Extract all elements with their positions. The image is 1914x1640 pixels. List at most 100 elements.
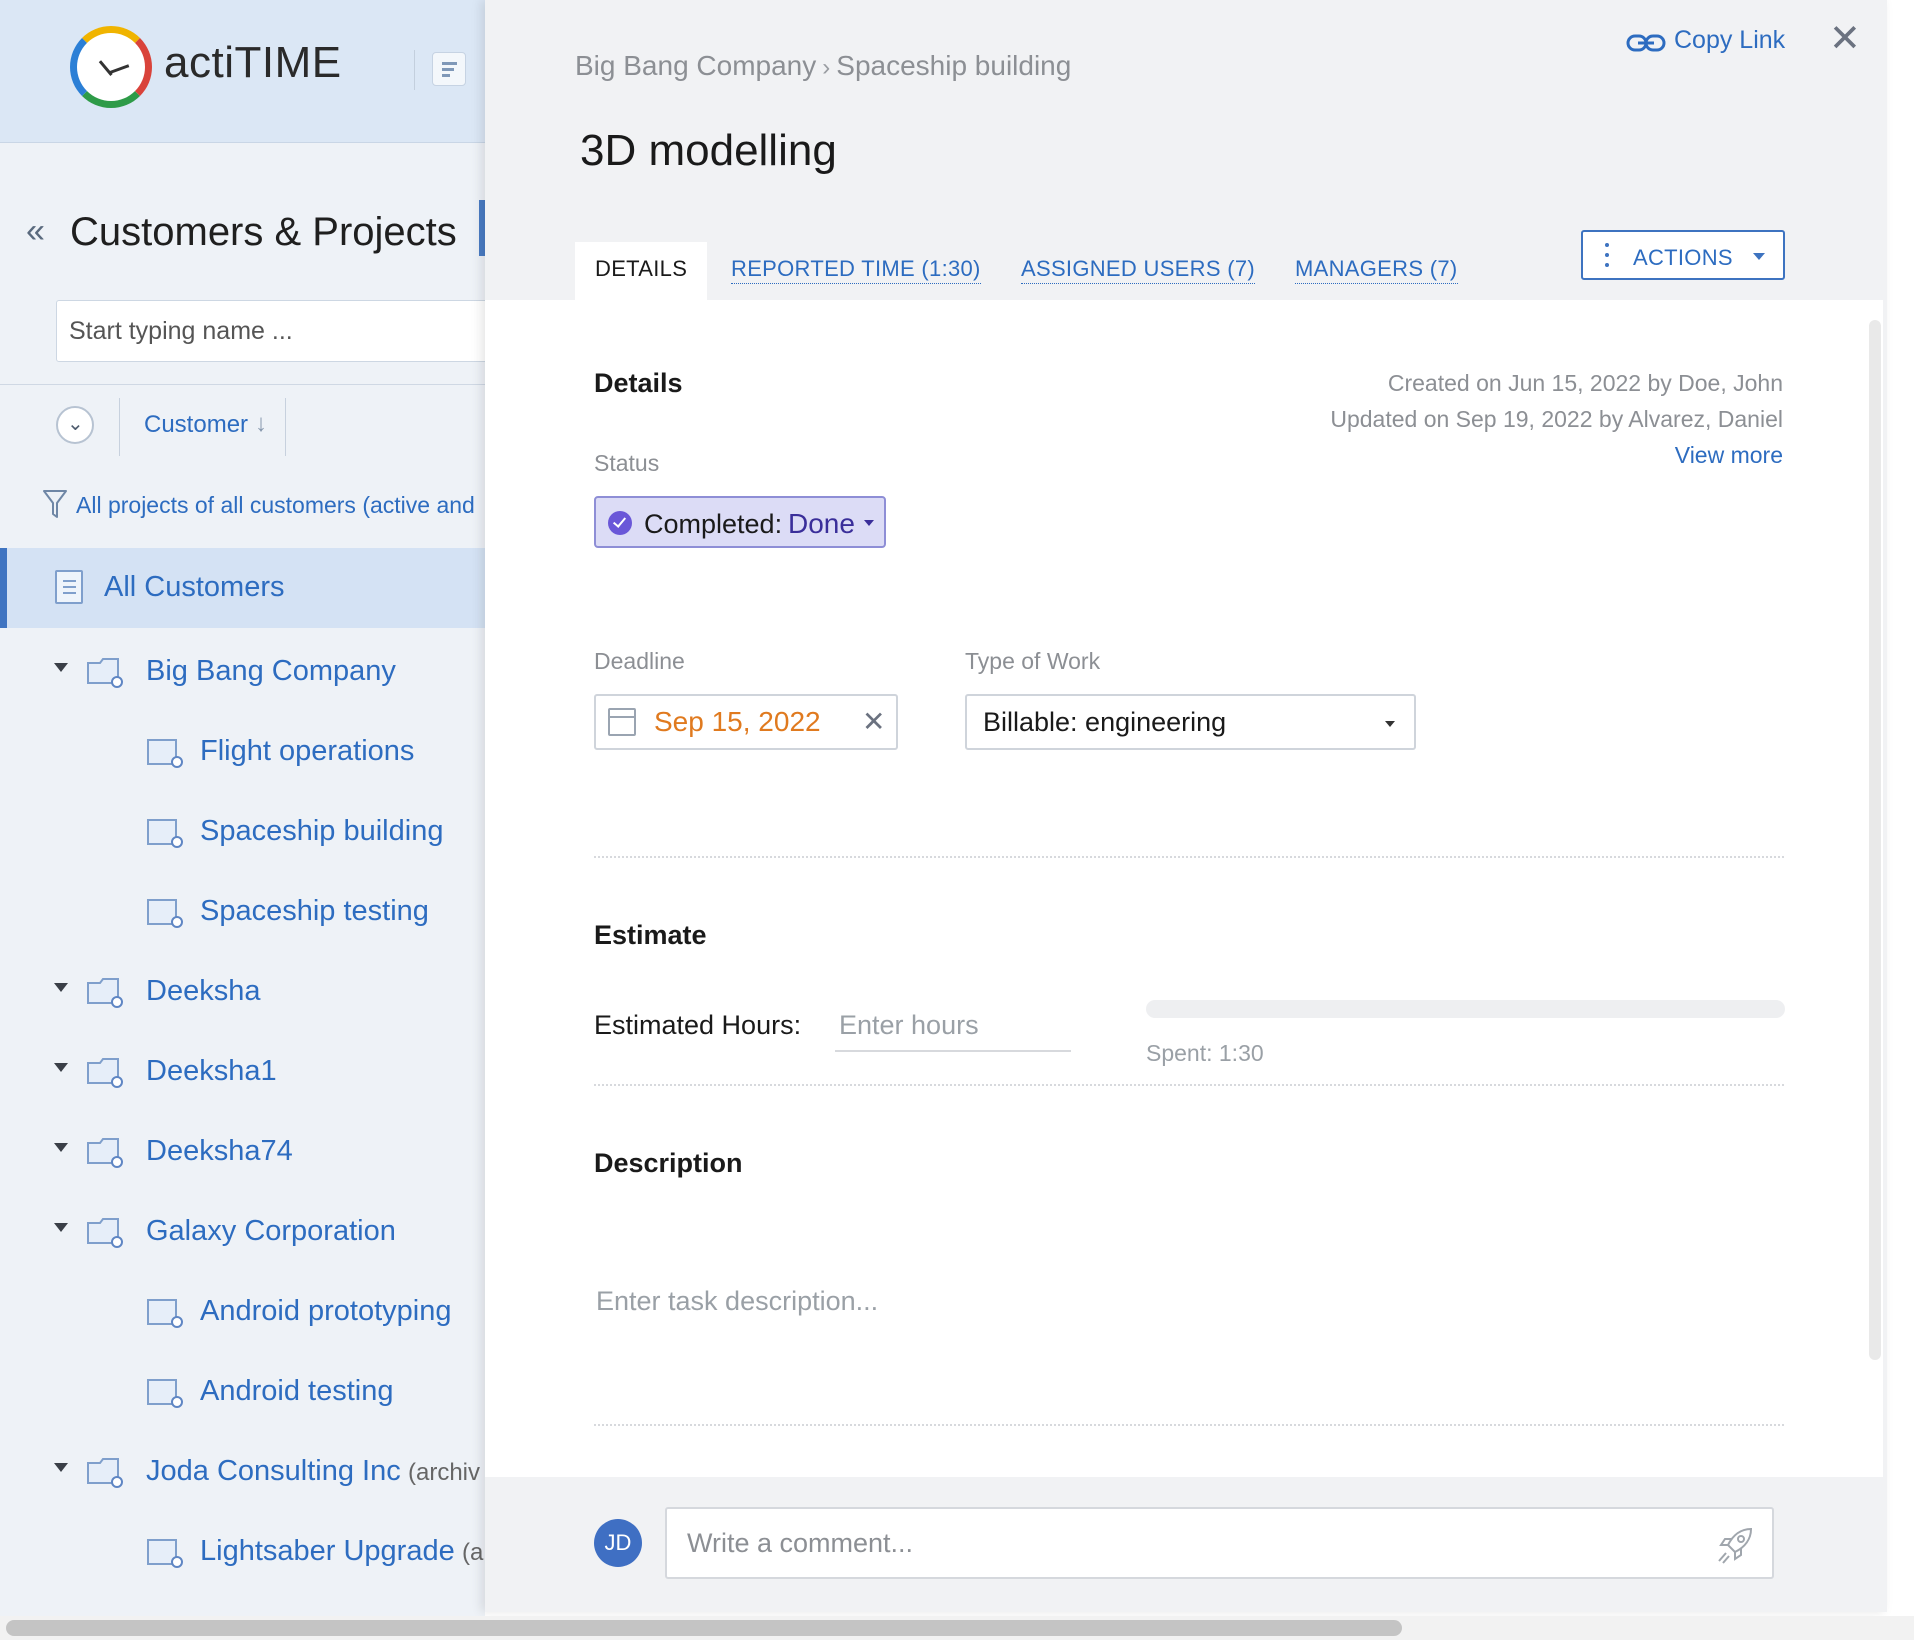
task-list-icon[interactable] (432, 52, 466, 86)
comment-input[interactable] (667, 1509, 1667, 1577)
estimate-heading: Estimate (594, 920, 707, 950)
estimated-hours-label: Estimated Hours: (594, 1010, 802, 1040)
avatar[interactable]: JD (594, 1519, 642, 1567)
search-field[interactable] (56, 300, 485, 362)
brand-divider (414, 50, 415, 90)
tree-project-spaceship-building[interactable]: Spaceship building (0, 805, 485, 865)
filter-text[interactable]: All projects of all customers (active an… (76, 492, 475, 519)
section-divider (594, 1424, 1784, 1426)
status-key: Completed: (644, 509, 783, 539)
collapse-caret-icon[interactable] (54, 663, 68, 672)
description-field[interactable] (594, 1276, 1694, 1326)
collapse-caret-icon[interactable] (54, 983, 68, 992)
project-icon (147, 1379, 183, 1408)
link-icon (1626, 34, 1666, 52)
estimate-progress-bar (1146, 1000, 1785, 1018)
tree-item-label[interactable]: Spaceship building (200, 815, 443, 848)
tree-item-label[interactable]: Deeksha (146, 975, 260, 1008)
deadline-field[interactable]: Sep 15, 2022 ✕ (594, 694, 898, 750)
tree-item-label[interactable]: Joda Consulting Inc (146, 1455, 401, 1488)
tree-project-spaceship-testing[interactable]: Spaceship testing (0, 885, 485, 945)
sort-by-customer[interactable]: Customer (144, 411, 248, 439)
actions-button[interactable]: ACTIONS (1581, 230, 1785, 280)
project-icon (147, 899, 183, 928)
calendar-icon[interactable] (608, 708, 636, 736)
tree-project-android-testing[interactable]: Android testing (0, 1365, 485, 1425)
deadline-label: Deadline (594, 648, 685, 674)
status-dropdown[interactable]: Completed: Done (594, 496, 886, 548)
tree-item-label[interactable]: Android prototyping (200, 1295, 452, 1328)
breadcrumb-project[interactable]: Spaceship building (836, 50, 1071, 81)
spent-time: Spent: 1:30 (1146, 1040, 1264, 1066)
tree-project-flight-operations[interactable]: Flight operations (0, 725, 485, 785)
tree-project-lightsaber-upgrade[interactable]: Lightsaber Upgrade (a (0, 1525, 485, 1585)
type-of-work-label: Type of Work (965, 648, 1101, 674)
customer-folder-icon (87, 1458, 123, 1488)
send-rocket-icon[interactable] (1713, 1523, 1757, 1567)
details-content: Details Created on Jun 15, 2022 by Doe, … (485, 300, 1883, 1477)
tree-item-label[interactable]: Spaceship testing (200, 895, 429, 928)
section-divider (594, 856, 1784, 858)
tree-customer-galaxy-corporation[interactable]: Galaxy Corporation (0, 1205, 485, 1265)
all-customers-item[interactable]: All Customers (0, 548, 485, 628)
tab-reported-time[interactable]: REPORTED TIME (1:30) (731, 242, 981, 300)
divider (285, 398, 286, 456)
tab-details[interactable]: DETAILS (575, 242, 708, 300)
tab-assigned-users[interactable]: ASSIGNED USERS (7) (1021, 242, 1256, 300)
expand-all-button[interactable]: ⌄ (56, 406, 94, 444)
horizontal-scrollbar[interactable] (6, 1620, 1402, 1636)
tree-customer-deeksha74[interactable]: Deeksha74 (0, 1125, 485, 1185)
details-heading: Details (594, 368, 683, 398)
actions-label: ACTIONS (1633, 245, 1733, 270)
tree-customer-deeksha[interactable]: Deeksha (0, 965, 485, 1025)
tree-item-label[interactable]: Android testing (200, 1375, 393, 1408)
breadcrumb: Big Bang Company › Spaceship building (575, 50, 1071, 82)
actitime-logo-icon[interactable] (70, 26, 152, 108)
tree-project-android-prototyping[interactable]: Android prototyping (0, 1285, 485, 1345)
tree-item-label[interactable]: Galaxy Corporation (146, 1215, 396, 1248)
deadline-value[interactable]: Sep 15, 2022 (654, 706, 821, 738)
tree-item-label[interactable]: Lightsaber Upgrade (200, 1535, 455, 1568)
collapse-caret-icon[interactable] (54, 1063, 68, 1072)
divider (0, 384, 485, 385)
project-icon (147, 739, 183, 768)
tree-item-label[interactable]: Flight operations (200, 735, 414, 768)
filter-icon (43, 490, 67, 518)
task-title[interactable]: 3D modelling (580, 126, 837, 176)
sidebar-title: Customers & Projects (70, 210, 457, 254)
breadcrumb-customer[interactable]: Big Bang Company (575, 50, 816, 81)
collapse-caret-icon[interactable] (54, 1143, 68, 1152)
estimated-hours-input[interactable] (835, 1000, 1071, 1050)
collapse-caret-icon[interactable] (54, 1223, 68, 1232)
check-circle-icon (608, 511, 632, 535)
close-icon[interactable]: ✕ (1829, 20, 1861, 58)
sort-arrow-down-icon[interactable]: ↓ (255, 410, 267, 438)
tree-item-label[interactable]: Deeksha74 (146, 1135, 293, 1168)
view-more-link[interactable]: View more (1675, 442, 1783, 469)
customers-projects-sidebar: actiTIME « Customers & Projects ⌄ Custom… (0, 0, 485, 1640)
description-input[interactable] (594, 1276, 1694, 1326)
tab-managers[interactable]: MANAGERS (7) (1295, 242, 1458, 300)
all-customers-label[interactable]: All Customers (104, 571, 285, 604)
type-of-work-select[interactable]: Billable: engineering (965, 694, 1416, 750)
search-input[interactable] (57, 301, 485, 361)
project-icon (147, 1539, 183, 1568)
collapse-caret-icon[interactable] (54, 1463, 68, 1472)
estimated-hours-field[interactable] (835, 1000, 1071, 1052)
tree-item-label[interactable]: Deeksha1 (146, 1055, 277, 1088)
chevron-right-icon: › (822, 54, 831, 81)
comment-field[interactable] (665, 1507, 1774, 1579)
tree-customer-deeksha1[interactable]: Deeksha1 (0, 1045, 485, 1105)
customer-folder-icon (87, 1058, 123, 1088)
archived-tag: (a (462, 1539, 484, 1566)
copy-link-label[interactable]: Copy Link (1674, 26, 1785, 55)
tree-customer-big-bang-company[interactable]: Big Bang Company (0, 645, 485, 705)
clear-deadline-icon[interactable]: ✕ (862, 705, 885, 738)
vertical-scrollbar[interactable] (1869, 320, 1881, 1360)
brand-name[interactable]: actiTIME (164, 38, 342, 88)
collapse-sidebar-icon[interactable]: « (26, 212, 45, 251)
tree-item-label[interactable]: Big Bang Company (146, 655, 396, 688)
list-icon (55, 570, 83, 604)
tree-customer-joda-consulting[interactable]: Joda Consulting Inc (archiv (0, 1445, 485, 1505)
customer-folder-icon (87, 1218, 123, 1248)
